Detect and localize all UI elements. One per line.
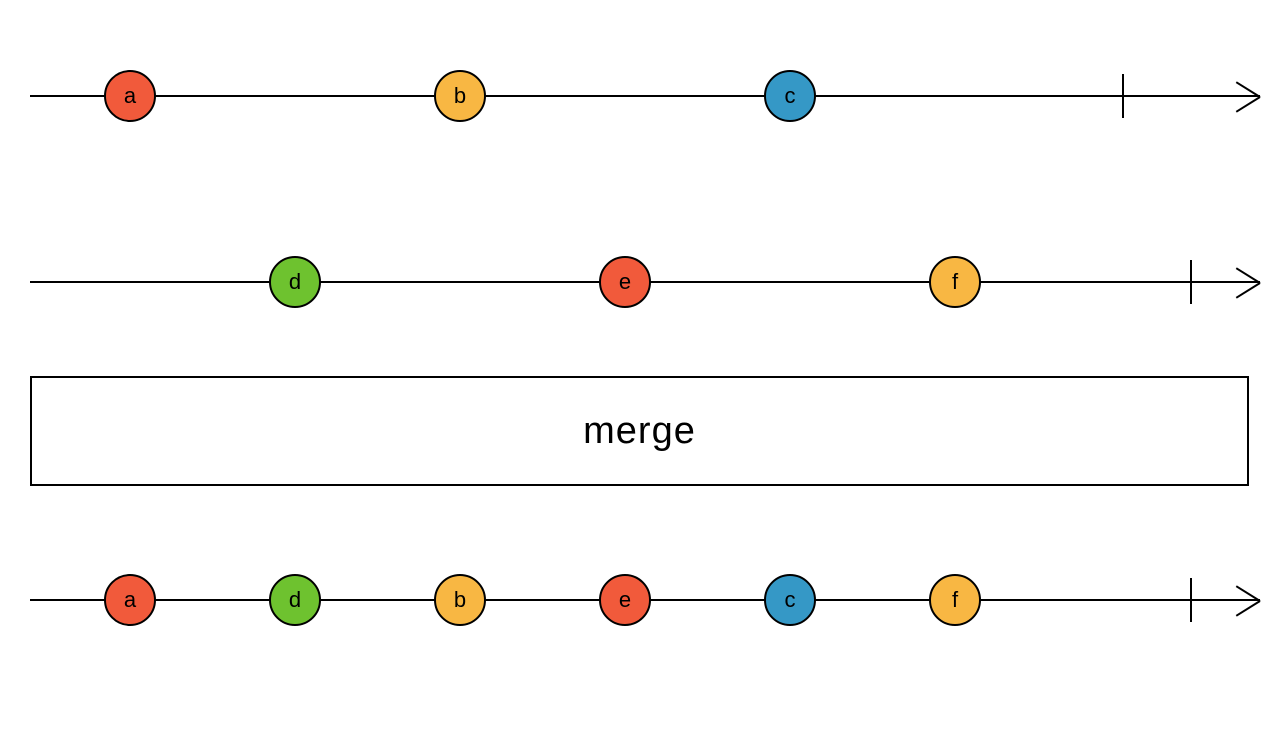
- marble-b: b: [434, 574, 486, 626]
- marble-b: b: [434, 70, 486, 122]
- marble-c: c: [764, 574, 816, 626]
- operator-label: merge: [583, 410, 696, 453]
- marble-d: d: [269, 256, 321, 308]
- marble-f: f: [929, 574, 981, 626]
- complete-marker: [1190, 260, 1192, 304]
- marble-d: d: [269, 574, 321, 626]
- marble-a: a: [104, 70, 156, 122]
- timeline-line: [30, 95, 1260, 97]
- marble-f: f: [929, 256, 981, 308]
- marble-c: c: [764, 70, 816, 122]
- marble-a: a: [104, 574, 156, 626]
- marble-diagram: a b c d e f merge a d b e c f: [0, 0, 1280, 740]
- complete-marker: [1190, 578, 1192, 622]
- marble-e: e: [599, 256, 651, 308]
- operator-box: merge: [30, 376, 1249, 486]
- complete-marker: [1122, 74, 1124, 118]
- marble-e: e: [599, 574, 651, 626]
